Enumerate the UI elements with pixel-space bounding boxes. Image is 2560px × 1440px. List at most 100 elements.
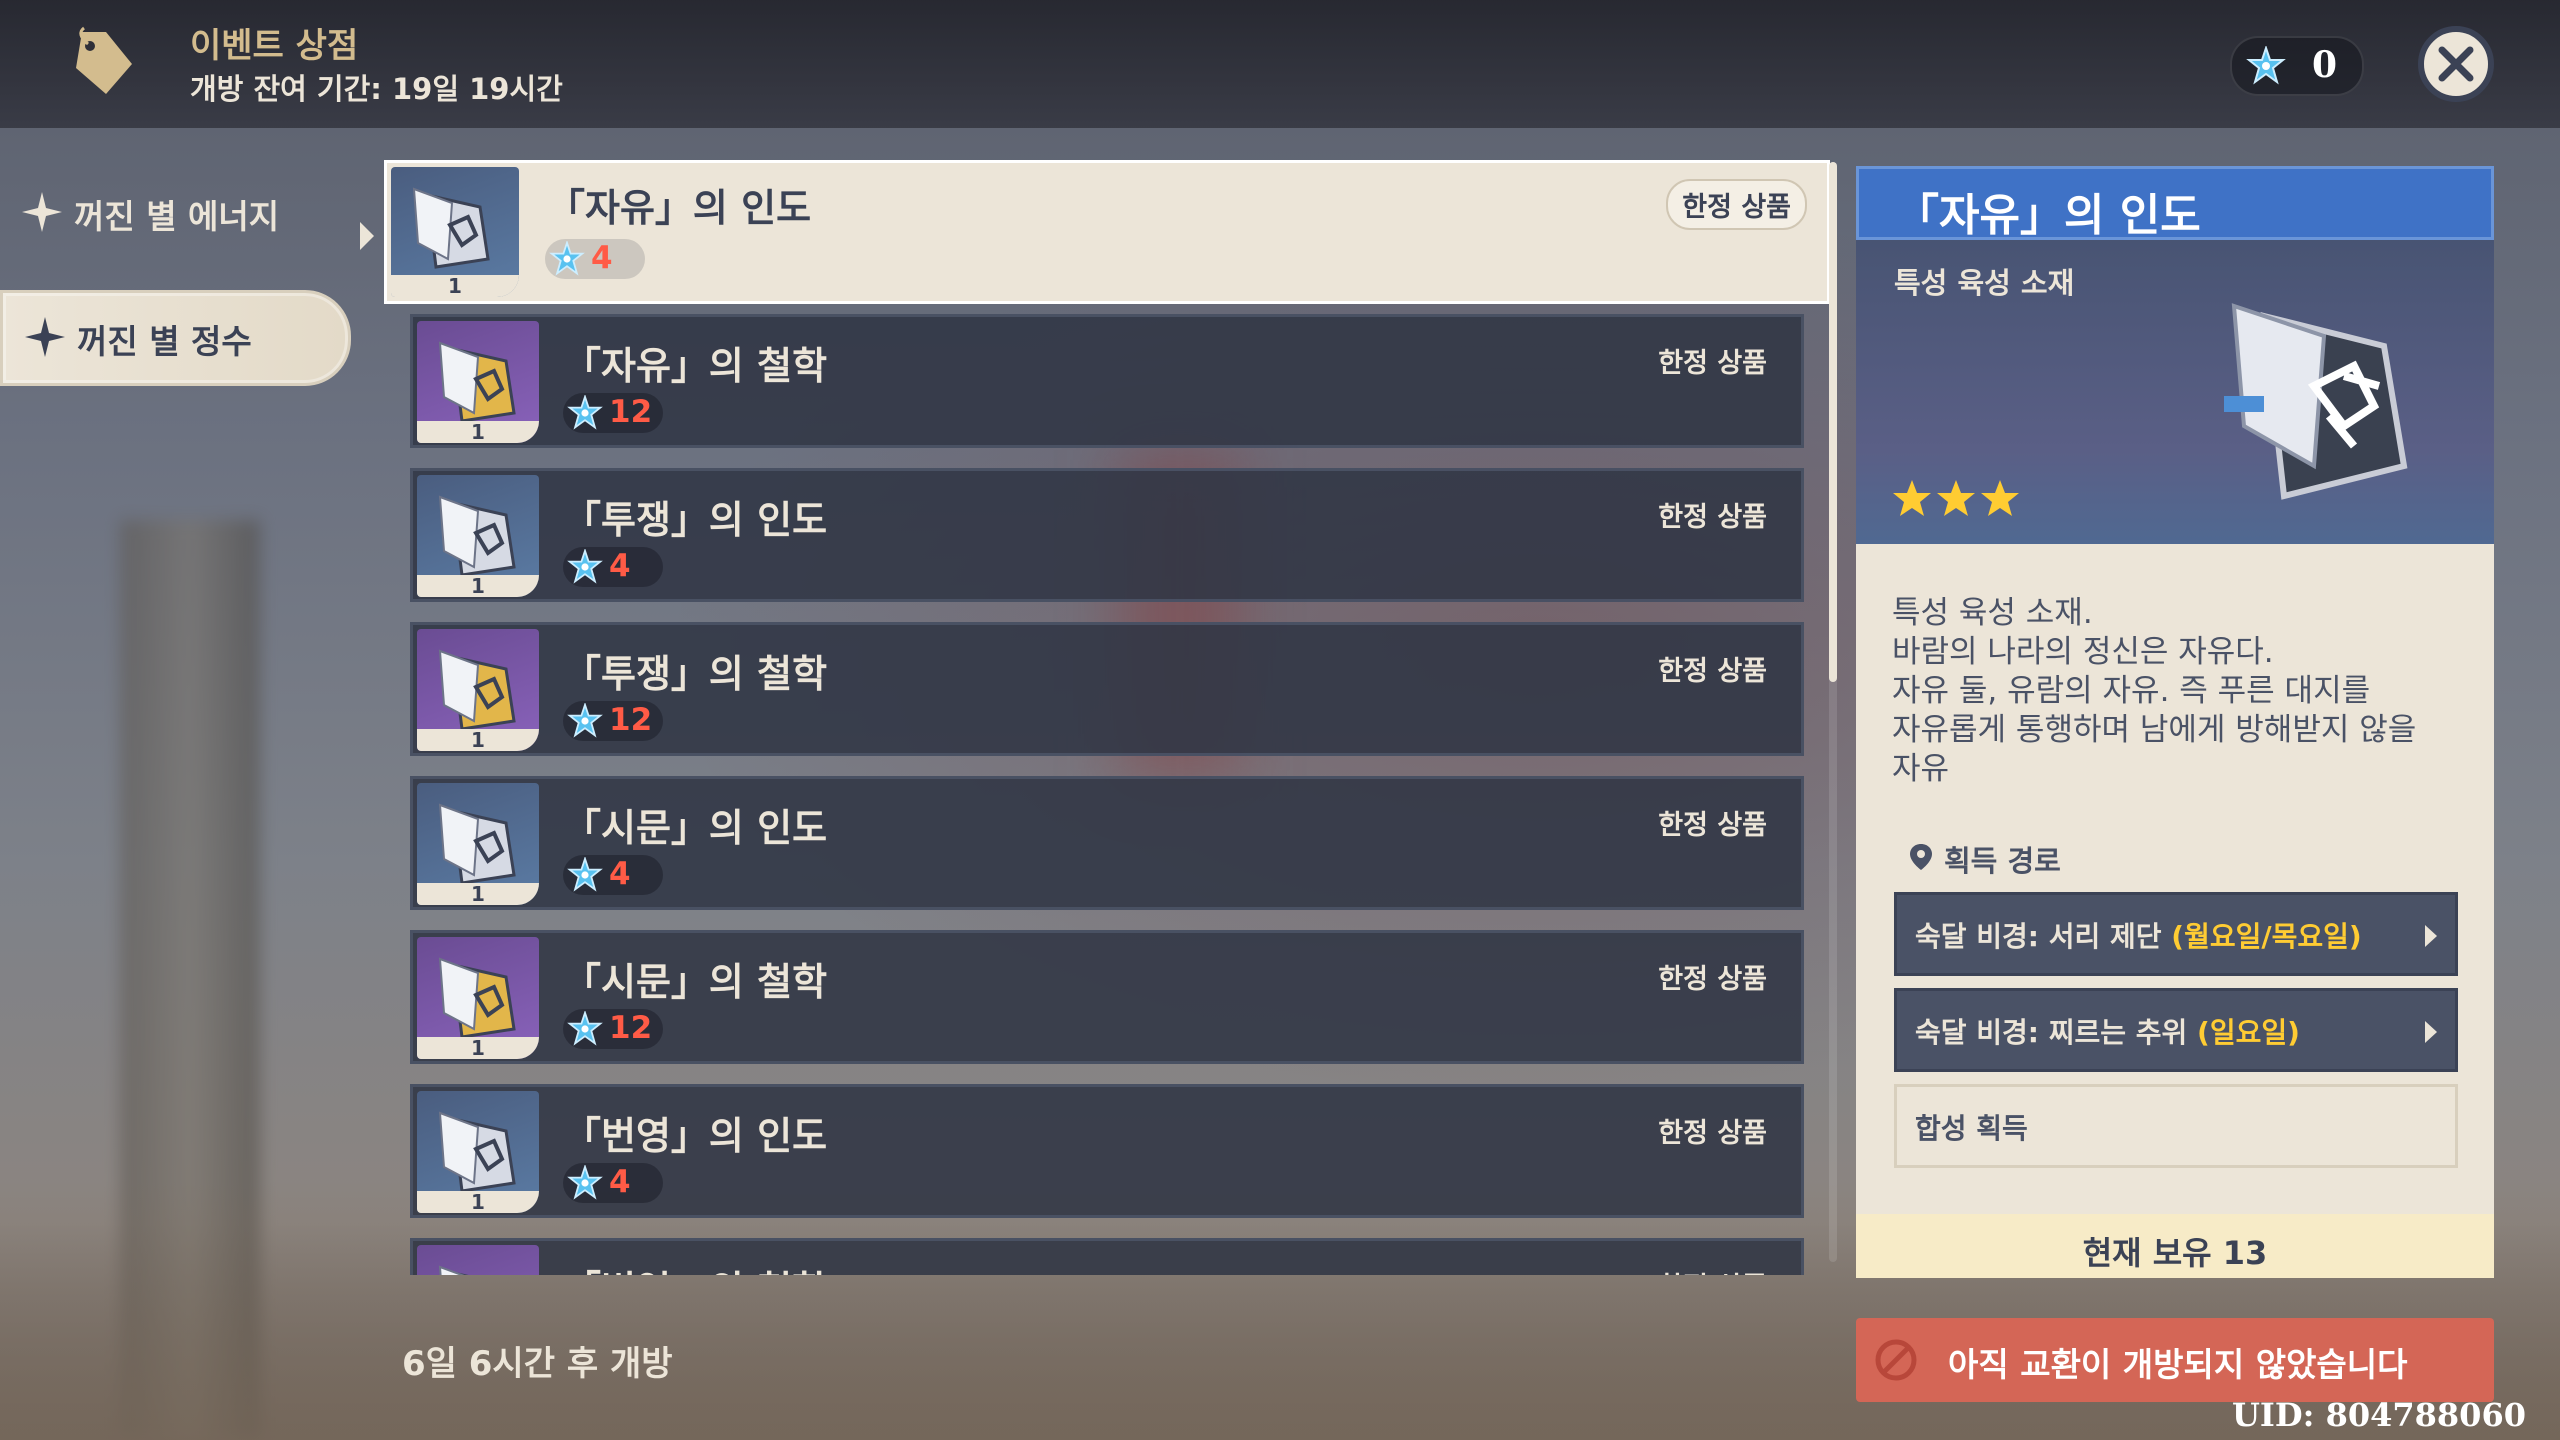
item-quantity: 1 — [417, 729, 539, 751]
description-line: 자유 둘, 유람의 자유. 즉 푸른 대지를 — [1892, 673, 2371, 709]
price-value: 12 — [609, 394, 653, 430]
nav-indicator-arrow — [360, 222, 374, 250]
source-crafting: 합성 획득 — [1894, 1084, 2458, 1168]
item-quantity: 1 — [417, 421, 539, 443]
starglitter-icon — [567, 1165, 603, 1200]
item-quantity: 1 — [417, 883, 539, 905]
exchange-button-label: 아직 교환이 개방되지 않았습니다 — [1948, 1345, 2408, 1384]
shop-item-row[interactable]: 1 「자유」의 인도 4 한정 상품 — [384, 160, 1830, 304]
source-domain-1[interactable]: 숙달 비경: 서리 제단 (월요일/목요일) — [1894, 892, 2458, 976]
shop-item-list[interactable]: 1 「자유」의 인도 4 한정 상품 1 「자유」의 철학 12 한정 상품 1 「투쟁」의 인도… — [380, 160, 1840, 1275]
detail-body: 특성 육성 소재. 바람의 나라의 정신은 자유다. 자유 둘, 유람의 자유. 즉… — [1856, 544, 2494, 1218]
book-icon — [438, 1265, 469, 1275]
shop-item-row[interactable]: 1 「시문」의 철학 12 한정 상품 — [410, 930, 1804, 1064]
item-thumbnail: 1 — [417, 475, 539, 597]
tab-masterless-stardust[interactable]: 꺼진 별 에너지 — [0, 168, 345, 258]
item-name: 「번영」의 인도 — [563, 1114, 828, 1158]
item-price: 4 — [563, 855, 663, 895]
exchange-button[interactable]: 아직 교환이 개방되지 않았습니다 — [1856, 1318, 2494, 1402]
owned-count: 현재 보유 13 — [1856, 1214, 2494, 1278]
source-text: 숙달 비경: 서리 제단 — [1915, 920, 2172, 953]
shop-item-row[interactable]: 1 「투쟁」의 철학 12 한정 상품 — [410, 622, 1804, 756]
chevron-right-icon — [2425, 1021, 2437, 1043]
player-uid: UID: 804788060 — [2232, 1396, 2526, 1434]
shop-remaining-time: 개방 잔여 기간: 19일 19시간 — [190, 72, 563, 106]
star-icon — [1981, 480, 2019, 516]
item-thumbnail: 1 — [391, 167, 519, 297]
starglitter-icon — [567, 549, 603, 584]
open-notice: 6일 6시간 후 개방 — [402, 1344, 673, 1384]
prohibited-icon — [1875, 1339, 1917, 1381]
price-value: 4 — [609, 1164, 631, 1200]
source-text: 숙달 비경: 찌르는 추위 — [1915, 1016, 2198, 1049]
item-name: 「시문」의 인도 — [563, 806, 828, 850]
sparkle-icon — [25, 317, 65, 357]
book-icon — [438, 1111, 516, 1193]
item-thumbnail: 1 — [417, 1245, 539, 1275]
price-value: 4 — [609, 856, 631, 892]
item-thumbnail: 1 — [417, 1091, 539, 1213]
close-button[interactable] — [2418, 26, 2494, 102]
source-text: 합성 획득 — [1915, 1112, 2028, 1145]
book-icon — [438, 649, 516, 731]
item-price: 12 — [563, 393, 663, 433]
item-price: 4 — [563, 1163, 663, 1203]
description-line: 자유 — [1892, 751, 1950, 787]
currency-value: 0 — [2312, 44, 2338, 86]
detail-title: 「자유」의 인도 — [1895, 190, 2201, 241]
starglitter-icon — [2246, 46, 2286, 85]
shop-item-row[interactable]: 1 「시문」의 인도 4 한정 상품 — [410, 776, 1804, 910]
item-name: 「자유」의 인도 — [547, 186, 812, 230]
shop-title: 이벤트 상점 — [190, 26, 359, 66]
item-quantity: 1 — [391, 275, 519, 297]
top-bar: 이벤트 상점 개방 잔여 기간: 19일 19시간 0 — [0, 0, 2560, 128]
description-line: 바람의 나라의 정신은 자유다. — [1892, 634, 2274, 670]
starglitter-icon — [567, 395, 603, 430]
book-icon — [438, 341, 516, 423]
obtain-label: 획득 경로 — [1944, 844, 2061, 878]
shop-item-row[interactable]: 1「번영」의 철학12한정 상품 — [410, 1238, 1804, 1275]
sparkle-icon — [22, 192, 62, 232]
price-tag-icon — [76, 26, 132, 94]
item-category: 특성 육성 소재 — [1894, 266, 2075, 300]
source-days: (월요일/목요일) — [2171, 920, 2362, 953]
item-name: 「번영」의 철학 — [563, 1259, 827, 1275]
shop-item-row[interactable]: 1 「투쟁」의 인도 4 한정 상품 — [410, 468, 1804, 602]
price-value: 4 — [591, 240, 613, 276]
chevron-right-icon — [2425, 925, 2437, 947]
currency-counter: 0 — [2230, 36, 2364, 96]
item-thumbnail: 1 — [417, 321, 539, 443]
owned-text: 현재 보유 13 — [2082, 1234, 2268, 1272]
scrollbar-thumb[interactable] — [1829, 162, 1837, 682]
location-pin-icon — [1910, 844, 1932, 870]
list-scrollbar[interactable] — [1829, 162, 1837, 1262]
star-icon — [1893, 480, 1931, 516]
tab-label: 꺼진 별 에너지 — [74, 197, 280, 236]
item-name: 「투쟁」의 철학 — [563, 652, 828, 696]
item-name: 「투쟁」의 인도 — [563, 498, 828, 542]
shop-item-row[interactable]: 1 「자유」의 철학 12 한정 상품 — [410, 314, 1804, 448]
limited-tag: 한정 상품 — [1658, 502, 1767, 533]
book-icon — [2224, 303, 2408, 500]
item-thumbnail: 1 — [417, 629, 539, 751]
book-icon — [412, 187, 490, 269]
limited-tag: 한정 상품 — [1658, 810, 1767, 841]
book-icon — [438, 803, 516, 885]
book-icon — [438, 957, 516, 1039]
detail-header: 「자유」의 인도 — [1856, 166, 2494, 241]
item-quantity: 1 — [417, 575, 539, 597]
item-price: 4 — [563, 547, 663, 587]
source-domain-2[interactable]: 숙달 비경: 찌르는 추위 (일요일) — [1894, 988, 2458, 1072]
limited-tag: 한정 상품 — [1666, 179, 1807, 230]
starglitter-icon — [549, 241, 585, 276]
item-detail-panel: 「자유」의 인도 특성 육성 소재 특성 육성 소재. 바람의 나라의 정신은 자… — [1856, 166, 2494, 1278]
shop-item-row[interactable]: 1 「번영」의 인도 4 한정 상품 — [410, 1084, 1804, 1218]
item-price: 4 — [545, 239, 645, 279]
starglitter-icon — [567, 703, 603, 738]
item-price: 12 — [563, 1009, 663, 1049]
price-value: 12 — [609, 1010, 653, 1046]
limited-tag: 한정 상품 — [1658, 1118, 1767, 1149]
price-value: 4 — [609, 548, 631, 584]
starglitter-icon — [567, 1011, 603, 1046]
tab-masterless-starglitter[interactable]: 꺼진 별 정수 — [0, 290, 351, 386]
